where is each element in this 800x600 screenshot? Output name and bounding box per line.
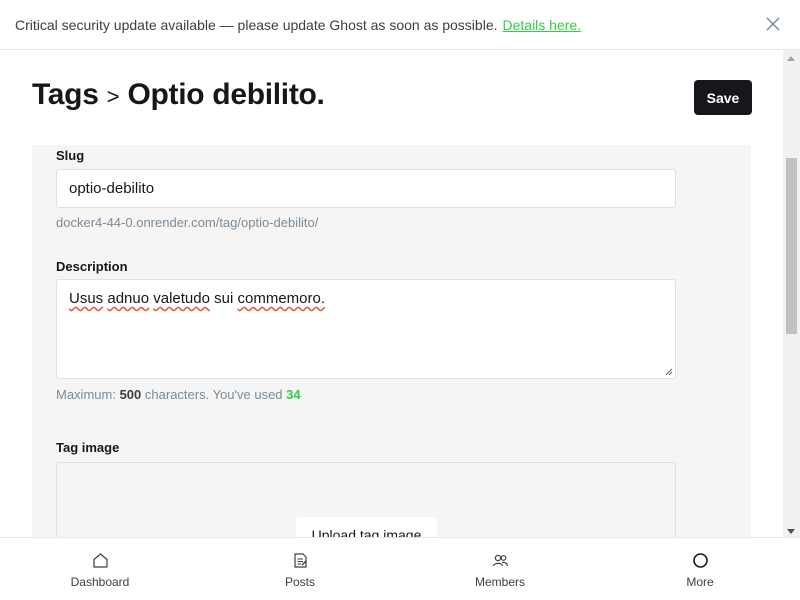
counter-middle: characters. You've used — [144, 387, 283, 402]
scroll-down-arrow-icon[interactable] — [787, 529, 795, 534]
nav-label: Dashboard — [70, 575, 130, 589]
more-icon — [692, 553, 708, 568]
security-alert-banner: Critical security update available — ple… — [0, 0, 800, 50]
bottom-navigation: Dashboard Posts Members More — [0, 537, 800, 600]
resize-grip-icon[interactable] — [665, 368, 673, 376]
alert-details-link[interactable]: Details here. — [503, 17, 582, 33]
alert-message: Critical security update available — ple… — [15, 16, 498, 33]
posts-icon — [293, 553, 307, 568]
close-icon[interactable] — [765, 16, 781, 32]
description-word: commemoro. — [237, 290, 326, 307]
slug-url-hint: docker4-44-0.onrender.com/tag/optio-debi… — [56, 215, 319, 230]
nav-label: Posts — [284, 575, 315, 589]
nav-item-dashboard[interactable]: Dashboard — [0, 538, 200, 600]
character-counter: Maximum: 500 characters. You've used 34 — [56, 387, 301, 402]
page-title: Optio debilito. — [127, 78, 325, 111]
description-word: adnuo — [107, 290, 150, 307]
tag-settings-panel: Slug docker4-44-0.onrender.com/tag/optio… — [32, 145, 751, 547]
page-header: Tags > Optio debilito. — [32, 78, 325, 112]
tag-image-label: Tag image — [56, 440, 120, 455]
nav-item-members[interactable]: Members — [400, 538, 600, 600]
slug-input[interactable] — [56, 169, 676, 208]
save-button[interactable]: Save — [694, 80, 752, 115]
page-scrollbar[interactable] — [783, 50, 800, 537]
description-word: valetudo — [153, 290, 210, 307]
description-word: Usus — [69, 290, 104, 307]
description-textarea[interactable]: Usus adnuo valetudo sui commemoro. — [56, 279, 676, 379]
members-icon — [492, 554, 508, 567]
description-word: sui — [214, 290, 234, 307]
counter-max: 500 — [119, 387, 142, 402]
counter-used: 34 — [286, 387, 301, 402]
home-icon — [92, 553, 108, 568]
scroll-up-arrow-icon[interactable] — [787, 56, 795, 61]
description-label: Description — [56, 259, 128, 274]
counter-prefix: Maximum: — [56, 387, 116, 402]
breadcrumb-tags[interactable]: Tags — [32, 78, 99, 112]
breadcrumb-separator: > — [106, 84, 120, 109]
nav-label: Members — [474, 575, 525, 589]
scrollbar-thumb[interactable] — [786, 158, 797, 334]
nav-label: More — [686, 575, 714, 589]
slug-label: Slug — [56, 148, 85, 163]
tag-image-dropzone[interactable]: Upload tag image — [56, 462, 676, 547]
nav-item-more[interactable]: More — [600, 538, 800, 600]
nav-item-posts[interactable]: Posts — [200, 538, 400, 600]
